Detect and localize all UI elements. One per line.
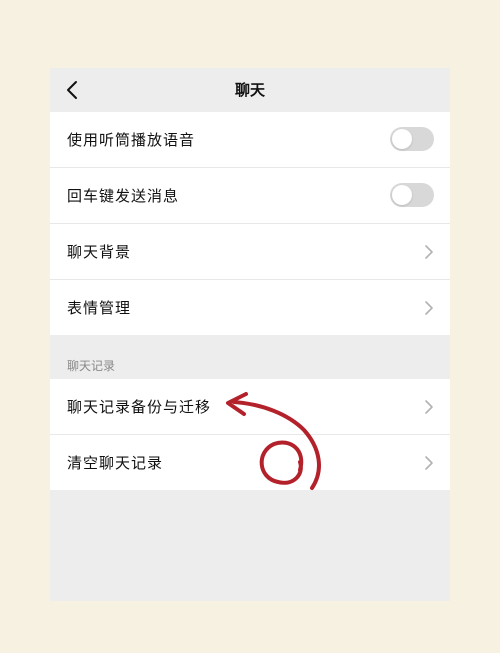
setting-label: 聊天记录备份与迁移 <box>67 398 212 416</box>
setting-label: 使用听筒播放语音 <box>67 131 196 149</box>
earpiece-toggle[interactable] <box>390 127 434 151</box>
nav-bar: 聊天 <box>50 68 450 112</box>
page-title: 聊天 <box>234 81 265 99</box>
settings-group-general: 使用听筒播放语音 回车键发送消息 聊天背景 表情管理 <box>50 112 450 335</box>
chevron-right-icon <box>425 400 433 414</box>
chat-settings-screen: 聊天 使用听筒播放语音 回车键发送消息 聊天背景 表情管理 聊天记录 聊天记录备… <box>50 68 450 601</box>
enter-send-toggle[interactable] <box>390 183 434 207</box>
setting-row-backup-migrate[interactable]: 聊天记录备份与迁移 <box>50 379 450 435</box>
chevron-right-icon <box>425 456 433 470</box>
toggle-knob <box>392 185 412 205</box>
setting-row-sticker-management[interactable]: 表情管理 <box>50 280 450 335</box>
chevron-right-icon <box>425 245 433 259</box>
settings-group-chat-history: 聊天记录备份与迁移 清空聊天记录 <box>50 379 450 490</box>
chevron-right-icon <box>425 301 433 315</box>
setting-row-chat-background[interactable]: 聊天背景 <box>50 224 450 280</box>
section-title-chat-history: 聊天记录 <box>67 359 116 373</box>
setting-row-clear-history[interactable]: 清空聊天记录 <box>50 435 450 490</box>
setting-label: 清空聊天记录 <box>67 454 164 472</box>
setting-row-enter-to-send[interactable]: 回车键发送消息 <box>50 168 450 224</box>
setting-label: 聊天背景 <box>67 243 132 261</box>
setting-row-earpiece-playback[interactable]: 使用听筒播放语音 <box>50 112 450 168</box>
setting-label: 表情管理 <box>67 299 132 317</box>
toggle-knob <box>392 129 412 149</box>
setting-label: 回车键发送消息 <box>67 187 180 205</box>
